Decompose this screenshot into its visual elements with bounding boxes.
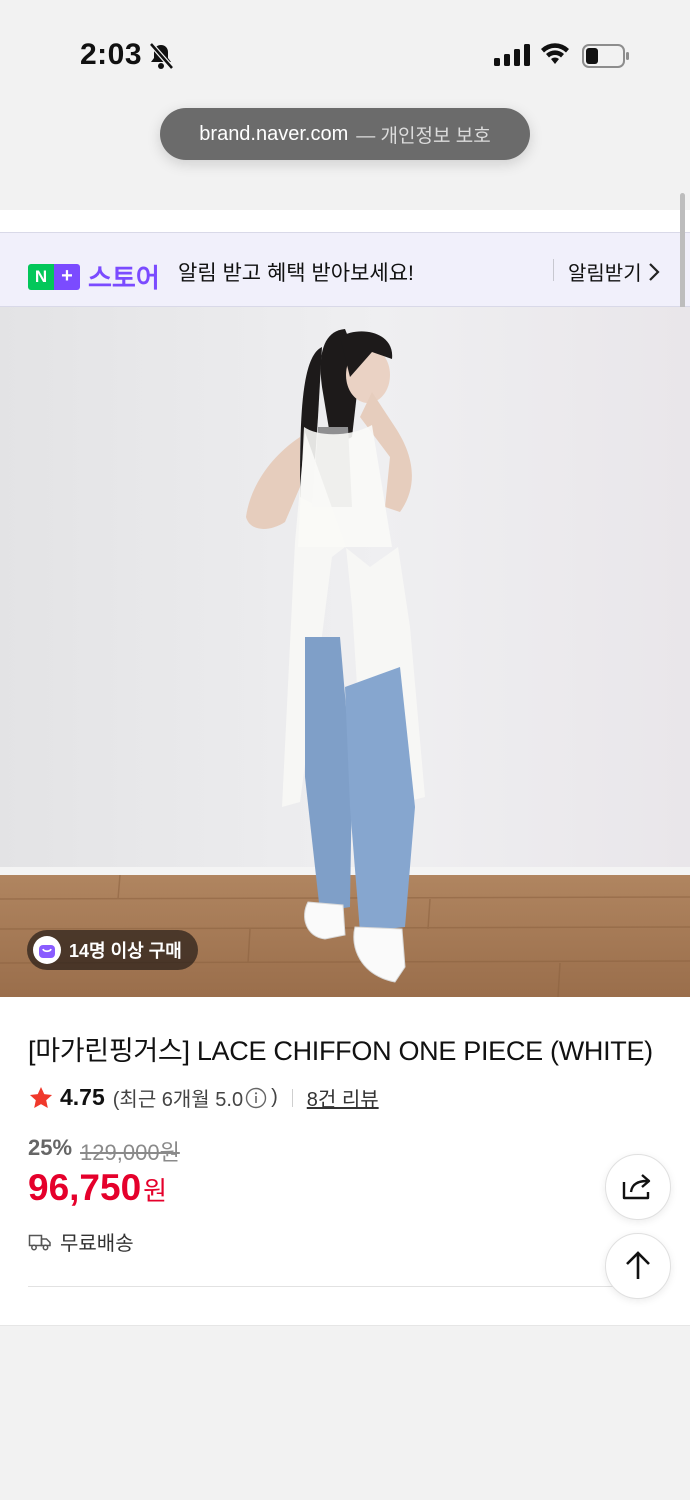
notify-button-label: 알림받기 xyxy=(568,263,642,285)
product-photo-illustration xyxy=(0,307,690,997)
status-bar: 2:03 xyxy=(0,0,690,100)
battery-icon xyxy=(582,44,630,73)
rating-score: 4.75 xyxy=(60,1084,105,1110)
share-button[interactable] xyxy=(605,1154,671,1220)
notify-button[interactable]: 알림받기 xyxy=(568,257,660,286)
bag-icon xyxy=(33,936,61,964)
privacy-label: — 개인정보 보호 xyxy=(356,125,491,147)
naver-store-logo[interactable]: N + 스토어 xyxy=(28,258,160,295)
rating-row: 4.75 (최근 6개월 5.0 ) 8건 리뷰 xyxy=(28,1083,379,1112)
star-icon xyxy=(29,1086,53,1108)
buyers-badge: 14명 이상 구매 xyxy=(27,930,198,970)
share-icon xyxy=(622,1174,651,1200)
recent-rating-close: ) xyxy=(271,1086,278,1108)
product-image[interactable] xyxy=(0,307,690,997)
bell-slash-icon xyxy=(148,42,174,75)
cut-off-content xyxy=(28,1315,428,1325)
promo-banner: N + 스토어 알림 받고 혜택 받아보세요! 알림받기 xyxy=(0,232,690,307)
product-info: [마가린핑거스] LACE CHIFFON ONE PIECE (WHITE) … xyxy=(0,997,690,1325)
promo-divider xyxy=(553,259,554,281)
discount-rate: 25% xyxy=(28,1135,73,1160)
chevron-right-icon xyxy=(648,262,660,281)
shipping-label: 무료배송 xyxy=(60,1233,134,1255)
arrow-up-icon xyxy=(626,1251,650,1279)
logo-n: N xyxy=(28,263,54,290)
truck-icon xyxy=(28,1234,51,1250)
rating-divider xyxy=(291,1088,293,1107)
price-original-row: 25% 129,000원 xyxy=(28,1135,180,1167)
scrollbar[interactable] xyxy=(680,193,685,323)
url-text: brand.naver.com xyxy=(199,122,349,145)
scroll-top-button[interactable] xyxy=(605,1233,671,1299)
page-bottom-area xyxy=(0,1325,690,1500)
page-top-strip xyxy=(0,210,690,232)
sale-price-number: 96,750 xyxy=(28,1167,142,1208)
product-title: [마가린핑거스] LACE CHIFFON ONE PIECE (WHITE) xyxy=(28,1036,653,1066)
status-time: 2:03 xyxy=(80,38,143,71)
logo-store: 스토어 xyxy=(88,263,160,293)
sale-price: 96,750원 xyxy=(28,1167,167,1209)
original-price: 129,000원 xyxy=(80,1140,180,1165)
info-icon[interactable] xyxy=(245,1087,267,1109)
reviews-link[interactable]: 8건 리뷰 xyxy=(307,1083,379,1112)
promo-message: 알림 받고 혜택 받아보세요! xyxy=(178,262,414,285)
signal-icon xyxy=(494,44,530,71)
shipping-info: 무료배송 xyxy=(28,1227,134,1256)
buyers-badge-label: 14명 이상 구매 xyxy=(69,941,182,961)
recent-rating: (최근 6개월 5.0 xyxy=(112,1089,244,1111)
wifi-icon xyxy=(540,42,570,71)
url-bar[interactable]: brand.naver.com — 개인정보 보호 xyxy=(160,108,530,160)
logo-plus: + xyxy=(54,263,80,290)
section-divider xyxy=(28,1286,662,1287)
sale-price-unit: 원 xyxy=(143,1176,168,1206)
